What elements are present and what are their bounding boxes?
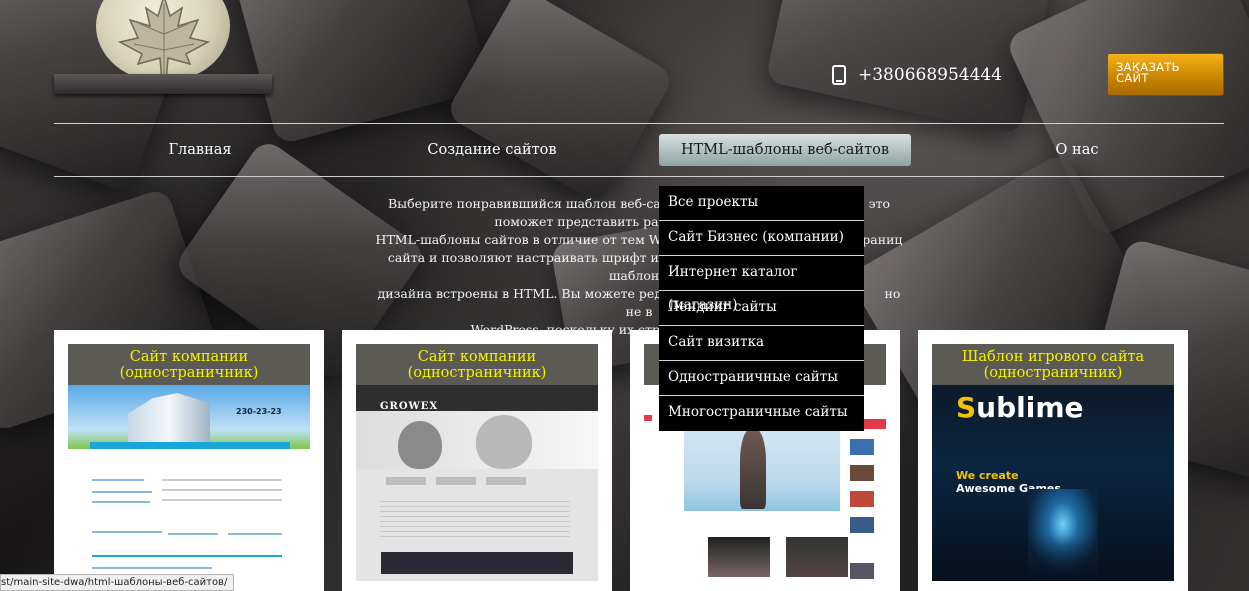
dropdown-item-multi-page[interactable]: Многостраничные сайты [659,396,864,431]
intro-line: дизайна встроены в HTML. Вы можете редак… [377,286,701,301]
card-thumbnail[interactable]: 230-23-23 [68,385,310,581]
main-nav: Главная Создание сайтов HTML-шаблоны веб… [54,123,1224,177]
card-title[interactable]: Сайт компании (одностраничник) [68,344,310,385]
template-card[interactable]: Сайт компании (одностраничник) GROWEX [342,330,612,591]
dropdown-item-all-projects[interactable]: Все проекты [659,186,864,221]
intro-line: поможет представить рабо [494,214,674,229]
nav-item-html-templates[interactable]: HTML-шаблоны веб-сайтов [659,134,911,166]
order-site-button[interactable]: ЗАКАЗАТЬ САЙТ [1107,53,1224,96]
phone-number: +380668954444 [858,65,1003,85]
card-title[interactable]: Шаблон игрового сайта (одностраничник) [932,344,1174,385]
phone-contact[interactable]: +380668954444 [832,64,1002,86]
nav-item-home[interactable]: Главная [154,134,246,166]
thumb-brand: Sublime [956,391,1084,424]
dropdown-item-business-card[interactable]: Сайт визитка [659,326,864,361]
mobile-phone-icon [832,65,846,85]
intro-line-tail: раниц [862,232,903,247]
nav-item-site-creation[interactable]: Создание сайтов [422,134,562,166]
dropdown-item-catalog-shop[interactable]: Интернет каталог (магазин) [659,256,864,313]
thumb-phone: 230-23-23 [236,407,282,416]
intro-line: Выберите понравившийся шаблон веб-сайтов [387,196,691,211]
browser-status-url: st/main-site-dwa/html-шаблоны-веб-сайтов… [0,574,235,591]
thumb-tagline-1: We create [956,469,1019,482]
card-thumbnail[interactable]: GROWEX [356,385,598,581]
nav-item-about[interactable]: О нас [1044,134,1110,166]
templates-dropdown-menu: Все проекты Сайт Бизнес (компании) Интер… [659,186,864,431]
template-card[interactable]: Шаблон игрового сайта (одностраничник) S… [918,330,1188,591]
card-title[interactable]: Сайт компании (одностраничник) [356,344,598,385]
site-logo[interactable] [54,0,272,95]
logo-plate [54,74,272,94]
dropdown-item-business-site[interactable]: Сайт Бизнес (компании) [659,221,864,256]
dropdown-item-one-page[interactable]: Одностраничные сайты [659,361,864,396]
dropdown-item-landing[interactable]: Лендинг сайты [659,291,864,326]
maple-leaf-icon [117,0,211,83]
intro-line: HTML-шаблоны сайтов в отличие от тем Wor… [375,232,683,247]
template-card[interactable]: Сайт компании (одностраничник) 230-23-23 [54,330,324,591]
card-thumbnail[interactable]: Sublime We create Awesome Games [932,385,1174,581]
intro-line-tail: , это [860,196,891,211]
